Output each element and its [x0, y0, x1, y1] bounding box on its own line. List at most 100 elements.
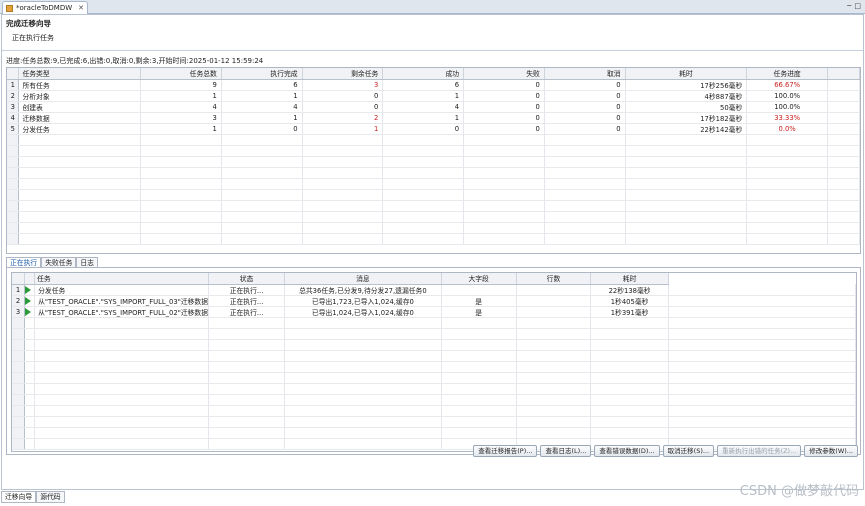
task-summary-table[interactable]: 任务类型 任务总数 执行完成 剩余任务 成功 失败 取消 耗时 任务进度 1 所有…: [6, 67, 861, 254]
empty-row: [7, 189, 860, 201]
column-header[interactable]: 消息: [284, 273, 442, 285]
empty-cell: [7, 178, 20, 190]
empty-cell: [34, 438, 210, 450]
column-header[interactable]: 剩余任务: [302, 68, 384, 80]
table-cell: 0: [221, 123, 303, 135]
table-cell: 100.0%: [746, 90, 829, 102]
empty-cell: [668, 361, 856, 373]
empty-cell: [12, 350, 26, 362]
empty-cell: [625, 167, 748, 179]
empty-cell: [382, 145, 465, 157]
view-error-data-button[interactable]: 查看错误数据(D)...: [594, 445, 660, 457]
table-cell: [668, 306, 856, 318]
column-header[interactable]: 取消: [544, 68, 626, 80]
column-header[interactable]: 任务类型: [18, 68, 142, 80]
modify-params-button[interactable]: 修改参数(W)...: [804, 445, 858, 457]
close-icon[interactable]: ✕: [78, 4, 84, 12]
row-number: 1: [7, 79, 20, 91]
empty-cell: [302, 189, 384, 201]
empty-cell: [284, 427, 442, 439]
column-header[interactable]: 行数: [516, 273, 592, 285]
empty-cell: [463, 233, 545, 245]
empty-cell: [382, 134, 465, 146]
column-header[interactable]: 状态: [208, 273, 286, 285]
column-header[interactable]: 执行完成: [221, 68, 303, 80]
table-cell: [516, 284, 592, 296]
column-header[interactable]: 大字段: [441, 273, 517, 285]
table-cell: 是: [441, 295, 517, 307]
table-row[interactable]: 2 从"TEST_ORACLE"."SYS_IMPORT_FULL_03"迁移数据…: [12, 295, 856, 307]
table-row[interactable]: 3 创建表 4 4 0 4 0 0 50毫秒 100.0%: [7, 101, 860, 113]
migration-icon: [6, 4, 13, 12]
empty-cell: [24, 339, 36, 351]
empty-cell: [221, 134, 303, 146]
table-cell: 总共36任务,已分发9,待分发27,遗漏任务0: [284, 284, 442, 296]
row-number: 3: [12, 306, 26, 318]
empty-cell: [284, 339, 442, 351]
view-report-button[interactable]: 查看迁移报告(P)...: [473, 445, 538, 457]
table-cell: 0: [544, 112, 626, 124]
empty-cell: [12, 383, 26, 395]
running-task-table[interactable]: 任务 状态 消息 大字段 行数 耗时 1 分发任务 正在执行... 总共36任务,已分…: [11, 272, 857, 452]
cancel-migration-button[interactable]: 取消迁移(S)...: [662, 445, 715, 457]
empty-cell: [140, 189, 222, 201]
table-cell: 分发任务: [18, 123, 142, 135]
action-bar: 查看迁移报告(P)... 查看日志(L)... 查看错误数据(D)... 取消迁…: [473, 445, 858, 457]
empty-cell: [382, 211, 465, 223]
view-log-button[interactable]: 查看日志(L)...: [540, 445, 592, 457]
column-header[interactable]: 成功: [382, 68, 465, 80]
table-row[interactable]: 4 迁移数据 3 1 2 1 0 0 17秒182毫秒 33.33%: [7, 112, 860, 124]
tab-migration-wizard[interactable]: 迁移向导: [1, 491, 37, 503]
editor-tab[interactable]: *oracleToDMDW ✕: [2, 1, 88, 14]
empty-cell: [34, 350, 210, 362]
empty-cell: [34, 416, 210, 428]
column-header: [827, 68, 860, 80]
table-cell: 1: [382, 112, 465, 124]
table-cell: 0: [302, 101, 384, 113]
retry-failed-button[interactable]: 重新执行出错的任务(Z)...: [717, 445, 802, 457]
column-header: [668, 273, 856, 284]
wizard-page: 完成迁移向导 正在执行任务 进度:任务总数:9,已完成:6,出错:0,取消:0,…: [1, 14, 864, 490]
tab-source-code[interactable]: 源代码: [36, 491, 65, 503]
table-cell: 50毫秒: [625, 101, 748, 113]
empty-row: [7, 222, 860, 234]
table-row[interactable]: 1 所有任务 9 6 3 6 0 0 17秒256毫秒 66.67%: [7, 79, 860, 91]
minimize-icon[interactable]: ─: [847, 2, 851, 10]
empty-cell: [18, 134, 142, 146]
empty-cell: [7, 222, 20, 234]
running-task-cell: [24, 295, 36, 307]
empty-cell: [668, 405, 856, 417]
maximize-icon[interactable]: □: [854, 2, 861, 10]
column-header[interactable]: 失败: [463, 68, 545, 80]
empty-cell: [208, 383, 286, 395]
column-header[interactable]: 任务进度: [746, 68, 829, 80]
progress-summary: 进度:任务总数:9,已完成:6,出错:0,取消:0,剩余:3,开始时间:2025…: [6, 57, 264, 65]
table-row[interactable]: 5 分发任务 1 0 1 0 0 0 22秒142毫秒 0.0%: [7, 123, 860, 135]
table-cell: 0: [544, 79, 626, 91]
empty-cell: [668, 328, 856, 340]
empty-row: [12, 339, 856, 351]
empty-cell: [208, 339, 286, 351]
table-row[interactable]: 1 分发任务 正在执行... 总共36任务,已分发9,待分发27,遗漏任务0 22秒13…: [12, 284, 856, 296]
empty-cell: [746, 134, 829, 146]
empty-row: [12, 317, 856, 329]
column-header[interactable]: 任务: [34, 273, 210, 285]
column-header[interactable]: 耗时: [590, 273, 669, 285]
table-row[interactable]: 3 从"TEST_ORACLE"."SYS_IMPORT_FULL_02"迁移数据…: [12, 306, 856, 318]
empty-cell: [18, 233, 142, 245]
empty-cell: [441, 339, 517, 351]
table-row[interactable]: 2 分析对象 1 1 0 1 0 0 4秒887毫秒 100.0%: [7, 90, 860, 102]
column-header[interactable]: 任务总数: [140, 68, 222, 80]
empty-cell: [140, 200, 222, 212]
empty-cell: [24, 394, 36, 406]
play-icon: [25, 296, 32, 305]
empty-cell: [284, 394, 442, 406]
empty-cell: [221, 145, 303, 157]
empty-cell: [140, 222, 222, 234]
empty-cell: [208, 405, 286, 417]
column-header[interactable]: 耗时: [625, 68, 748, 80]
table-cell: 0: [463, 112, 545, 124]
empty-cell: [221, 211, 303, 223]
empty-cell: [24, 350, 36, 362]
empty-cell: [463, 178, 545, 190]
